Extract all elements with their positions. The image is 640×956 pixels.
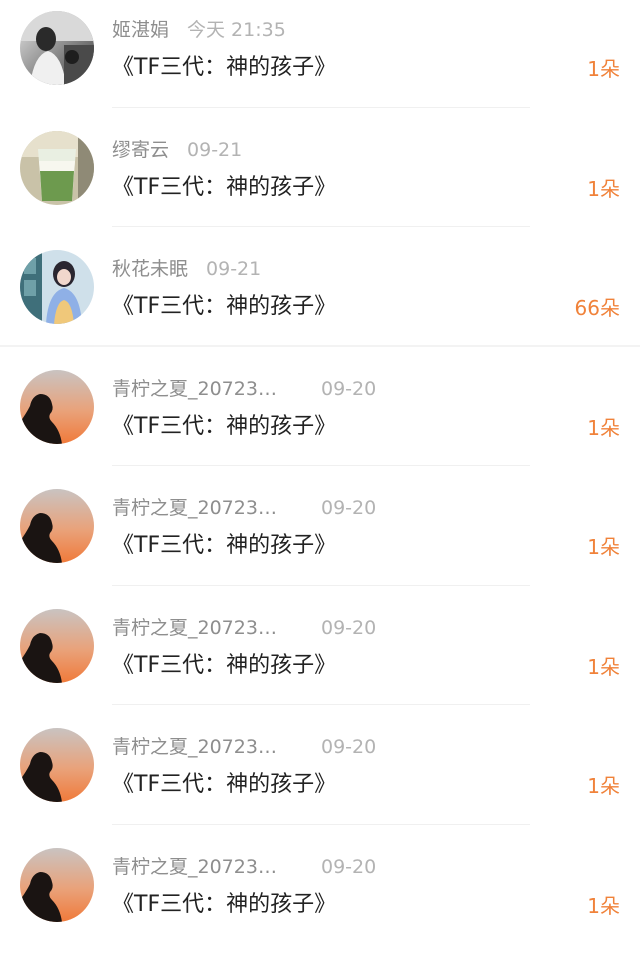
- user-name[interactable]: 秋花未眠: [112, 258, 188, 280]
- row-meta: 青柠之夏_20723…09-20: [112, 616, 277, 640]
- list-item[interactable]: 青柠之夏_20723…09-20 《TF三代：神的孩子》 1朵: [0, 359, 640, 479]
- flower-count: 1朵: [587, 56, 620, 82]
- user-name[interactable]: 姬湛娟: [112, 19, 169, 41]
- list-item[interactable]: 青柠之夏_20723…09-20 《TF三代：神的孩子》 1朵: [0, 717, 640, 837]
- timestamp: 09-20: [321, 735, 376, 759]
- divider: [112, 226, 530, 227]
- list-item[interactable]: 秋花未眠 09-21 《TF三代：神的孩子》 66朵: [0, 239, 640, 359]
- user-name[interactable]: 青柠之夏_20723…: [112, 736, 277, 758]
- avatar-girl-blue-icon[interactable]: [20, 250, 94, 324]
- row-meta: 秋花未眠 09-21: [112, 257, 261, 281]
- list-item[interactable]: 姬湛娟今天 21:35 《TF三代：神的孩子》 1朵: [0, 0, 640, 120]
- timestamp: 今天 21:35: [187, 19, 286, 41]
- gift-title: 《TF三代：神的孩子》: [112, 413, 336, 441]
- row-meta: 青柠之夏_20723…09-20: [112, 855, 277, 879]
- gift-title: 《TF三代：神的孩子》: [112, 771, 336, 799]
- gift-title: 《TF三代：神的孩子》: [112, 652, 336, 680]
- avatar-sunset-silhouette-icon[interactable]: [20, 609, 94, 683]
- divider: [112, 704, 530, 705]
- divider: [112, 107, 530, 108]
- row-meta: 青柠之夏_20723…09-20: [112, 377, 277, 401]
- section-divider: [0, 345, 640, 347]
- avatar-bw-photo-icon[interactable]: [20, 11, 94, 85]
- gift-title: 《TF三代：神的孩子》: [112, 293, 336, 321]
- timestamp: 09-20: [321, 855, 376, 879]
- divider: [112, 585, 530, 586]
- flower-count: 66朵: [575, 295, 620, 321]
- gift-list: 姬湛娟今天 21:35 《TF三代：神的孩子》 1朵 缪寄云 09-21 《TF三…: [0, 0, 640, 956]
- timestamp: 09-21: [187, 139, 242, 161]
- flower-count: 1朵: [587, 893, 620, 919]
- user-name[interactable]: 青柠之夏_20723…: [112, 617, 277, 639]
- gift-title: 《TF三代：神的孩子》: [112, 54, 336, 82]
- flower-count: 1朵: [587, 773, 620, 799]
- list-item[interactable]: 缪寄云 09-21 《TF三代：神的孩子》 1朵: [0, 120, 640, 240]
- flower-count: 1朵: [587, 176, 620, 202]
- list-item[interactable]: 青柠之夏_20723…09-20 《TF三代：神的孩子》 1朵: [0, 837, 640, 956]
- avatar-sunset-silhouette-icon[interactable]: [20, 728, 94, 802]
- flower-count: 1朵: [587, 415, 620, 441]
- user-name[interactable]: 缪寄云: [112, 139, 169, 161]
- flower-count: 1朵: [587, 654, 620, 680]
- row-meta: 姬湛娟今天 21:35: [112, 18, 286, 42]
- timestamp: 09-20: [321, 496, 376, 520]
- list-item[interactable]: 青柠之夏_20723…09-20 《TF三代：神的孩子》 1朵: [0, 478, 640, 598]
- avatar-matcha-drink-icon[interactable]: [20, 131, 94, 205]
- gift-title: 《TF三代：神的孩子》: [112, 891, 336, 919]
- divider: [112, 824, 530, 825]
- list-item[interactable]: 青柠之夏_20723…09-20 《TF三代：神的孩子》 1朵: [0, 598, 640, 718]
- avatar-sunset-silhouette-icon[interactable]: [20, 489, 94, 563]
- divider: [112, 465, 530, 466]
- avatar-sunset-silhouette-icon[interactable]: [20, 848, 94, 922]
- gift-title: 《TF三代：神的孩子》: [112, 174, 336, 202]
- user-name[interactable]: 青柠之夏_20723…: [112, 856, 277, 878]
- timestamp: 09-20: [321, 616, 376, 640]
- user-name[interactable]: 青柠之夏_20723…: [112, 497, 277, 519]
- row-meta: 青柠之夏_20723…09-20: [112, 496, 277, 520]
- flower-count: 1朵: [587, 534, 620, 560]
- avatar-sunset-silhouette-icon[interactable]: [20, 370, 94, 444]
- user-name[interactable]: 青柠之夏_20723…: [112, 378, 277, 400]
- row-meta: 青柠之夏_20723…09-20: [112, 735, 277, 759]
- row-meta: 缪寄云 09-21: [112, 138, 242, 162]
- gift-title: 《TF三代：神的孩子》: [112, 532, 336, 560]
- timestamp: 09-21: [206, 258, 261, 280]
- timestamp: 09-20: [321, 377, 376, 401]
